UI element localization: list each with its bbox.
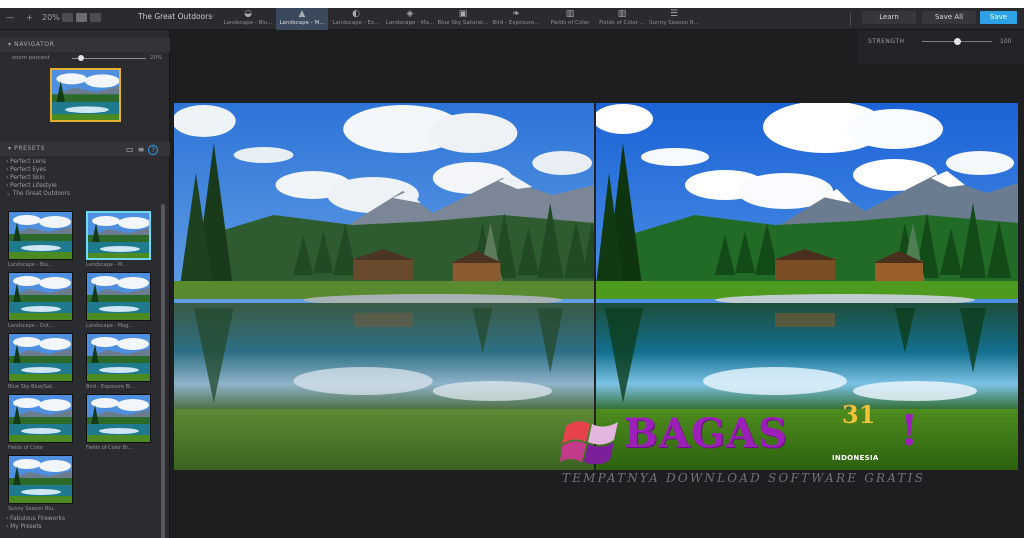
navigator-thumbnail[interactable] bbox=[50, 68, 121, 122]
tab-preset-4[interactable]: ◈ Landscape - Ma... bbox=[384, 8, 436, 30]
preset-group-item[interactable]: › Perfect Lifestyle bbox=[6, 182, 70, 190]
presets-toolbar: ▭ ≡? bbox=[126, 145, 162, 155]
mountain-icon: ▲ bbox=[298, 9, 306, 19]
preset-group-item[interactable]: › Perfect Skin bbox=[6, 174, 70, 182]
tab-preset-6[interactable]: ❧ Bird - Exposure... bbox=[490, 8, 542, 30]
learn-button[interactable]: Learn bbox=[862, 11, 916, 24]
preset-tile[interactable]: Landscape - Blu... bbox=[8, 211, 73, 268]
eye-icon: ◒ bbox=[244, 9, 252, 19]
navigator-zoom-label: zoom percent bbox=[12, 55, 50, 61]
preset-group-item[interactable]: › My Presets bbox=[6, 523, 65, 531]
preset-groups: › Perfect Lens › Perfect Eyes › Perfect … bbox=[6, 158, 70, 198]
save-button[interactable]: Save bbox=[980, 11, 1017, 24]
preset-tile[interactable]: Fields of Color bbox=[8, 394, 73, 451]
preset-groups-more: › Fabulous Fireworks › My Presets bbox=[6, 515, 65, 531]
scrollbar-thumb[interactable] bbox=[161, 204, 165, 538]
watermark-country: INDONESIA bbox=[832, 454, 879, 462]
tab-preset-9[interactable]: ☰ Sunny Season B... bbox=[648, 8, 700, 30]
chevron-down-icon[interactable]: ⌵ bbox=[210, 11, 215, 20]
preset-group-item[interactable]: › Perfect Lens bbox=[6, 158, 70, 166]
tab-preset-3[interactable]: ◐ Landscape - Ex... bbox=[330, 8, 382, 30]
preset-name[interactable]: The Great Outdoors bbox=[138, 11, 212, 23]
single-view-icon[interactable] bbox=[62, 13, 73, 22]
preset-group-item[interactable]: › Perfect Eyes bbox=[6, 166, 70, 174]
tab-preset-7[interactable]: ▥ Fields of Color bbox=[544, 8, 596, 30]
navigator-header[interactable]: ▾ NAVIGATOR bbox=[0, 38, 170, 52]
strength-slider-handle[interactable] bbox=[954, 38, 961, 45]
camera-icon: ▣ bbox=[458, 9, 468, 19]
preset-tile[interactable]: Landscape - Dut... bbox=[8, 272, 73, 329]
leaf-icon: ❧ bbox=[512, 9, 520, 19]
preset-tile[interactable]: Bird - Exposure Bl... bbox=[86, 333, 151, 390]
before-image[interactable] bbox=[174, 103, 595, 470]
preset-group-item[interactable]: ⌄ The Great Outdoors bbox=[6, 190, 70, 198]
preset-tile[interactable]: Fields of Color Bl... bbox=[86, 394, 151, 451]
preset-tile[interactable]: Blue Sky Blue/Sat... bbox=[8, 333, 73, 390]
watermark-brand: BAGAS bbox=[624, 410, 788, 457]
tab-preset-8[interactable]: ▥ Fields of Color ... bbox=[596, 8, 648, 30]
zoom-out-button[interactable]: — bbox=[6, 11, 14, 25]
tab-preset-5[interactable]: ▣ Blue Sky Saturat... bbox=[436, 8, 490, 30]
strength-value: 100 bbox=[1000, 38, 1012, 45]
windows-logo-icon bbox=[560, 421, 618, 464]
save-all-button[interactable]: Save All bbox=[922, 11, 976, 24]
navigator-zoom-value: 20% bbox=[150, 55, 163, 61]
split-view-icon[interactable] bbox=[76, 13, 87, 22]
compass-icon: ◈ bbox=[406, 9, 414, 19]
sun-icon: ◐ bbox=[352, 9, 360, 19]
watermark: BAGAS 31 ! INDONESIA TEMPATNYA DOWNLOAD … bbox=[560, 400, 940, 492]
chart-icon: ▥ bbox=[617, 9, 627, 19]
help-icon[interactable]: ? bbox=[148, 145, 159, 155]
left-panel: ▾ NAVIGATOR zoom percent 20% ▾ PRESETS ▭… bbox=[0, 30, 170, 538]
watermark-number: 31 bbox=[842, 400, 876, 429]
strength-panel: STRENGTH 100 bbox=[858, 30, 1024, 64]
watermark-exclaim: ! bbox=[900, 406, 919, 455]
chart-icon: ▥ bbox=[565, 9, 575, 19]
tab-preset-2[interactable]: ▲ Landscape - M... bbox=[276, 8, 328, 30]
navigator-zoom-handle[interactable] bbox=[78, 55, 84, 61]
top-toolbar: — + 20% The Great Outdoors ⌵ ◒ Landscape … bbox=[0, 8, 1024, 30]
watermark-tagline: TEMPATNYA DOWNLOAD SOFTWARE GRATIS bbox=[562, 471, 926, 485]
presets-scrollbar[interactable] bbox=[161, 204, 165, 538]
zoom-value[interactable]: 20% bbox=[42, 11, 60, 25]
preset-tile[interactable]: Landscape - Mag... bbox=[86, 272, 151, 329]
preset-group-item[interactable]: › Fabulous Fireworks bbox=[6, 515, 65, 523]
grid-view-icon[interactable]: ▭ bbox=[126, 145, 134, 154]
preset-tile-selected[interactable]: Landscape - M... bbox=[86, 211, 151, 268]
tab-preset-1[interactable]: ◒ Landscape - Blu... bbox=[222, 8, 274, 30]
zoom-in-button[interactable]: + bbox=[26, 11, 33, 25]
toolbar-divider bbox=[850, 12, 851, 26]
preset-tile[interactable]: Sunny Season Blu... bbox=[8, 455, 73, 512]
sliders-icon: ☰ bbox=[669, 9, 679, 19]
strength-label: STRENGTH bbox=[868, 38, 905, 45]
side-by-side-icon[interactable] bbox=[90, 13, 101, 22]
list-view-icon[interactable]: ≡ bbox=[138, 145, 145, 154]
